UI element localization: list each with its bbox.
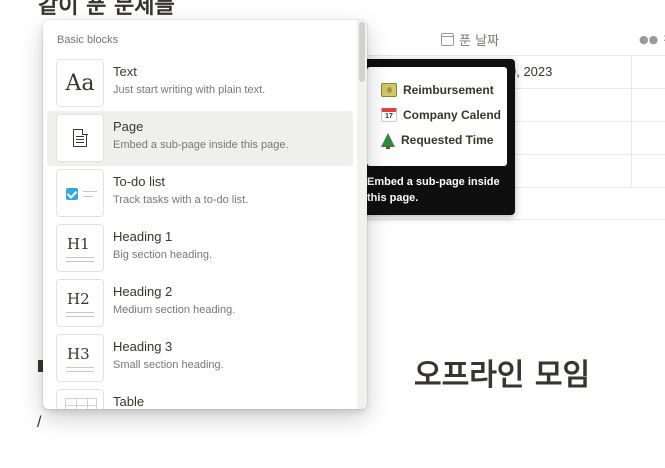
menu-item-text[interactable]: Aa Text Just start writing with plain te… [47, 56, 353, 111]
text-icon: Aa [56, 59, 104, 107]
column-participants[interactable]: ●● 참 [639, 30, 665, 49]
menu-item-description: Just start writing with plain text. [113, 84, 266, 96]
calendar-icon [441, 33, 454, 46]
menu-item-heading-2[interactable]: H2 Heading 2 Medium section heading. [47, 276, 353, 331]
menu-item-title: Text [113, 64, 137, 79]
menu-item-heading-3[interactable]: H3 Heading 3 Small section heading. [47, 331, 353, 386]
page-icon [56, 114, 104, 162]
menu-item-heading-1[interactable]: H1 Heading 1 Big section heading. [47, 221, 353, 276]
page-heading: 같이 푼 문제들 [38, 0, 175, 19]
menu-item-title: Heading 2 [113, 284, 173, 299]
menu-item-title: Table [113, 394, 145, 409]
block-preview-tooltip: Reimbursement 17 Company Calend Requeste… [359, 59, 515, 215]
menu-item-todo-list[interactable]: To-do list Track tasks with a to-do list… [47, 166, 353, 221]
preview-item-label: Reimbursement [403, 83, 494, 97]
menu-item-title: Page [113, 119, 144, 134]
menu-item-table[interactable]: Table [47, 386, 353, 409]
database-header: 푼 날짜 ●● 참 [365, 26, 665, 56]
menu-item-title: Heading 1 [113, 229, 173, 244]
column-divider [631, 56, 632, 187]
preview-item: Requested Time [381, 133, 494, 149]
tree-emoji-icon [381, 133, 395, 149]
preview-item-label: Company Calend [403, 108, 502, 122]
calendar-emoji-icon: 17 [381, 108, 397, 122]
heading3-icon: H3 [56, 334, 104, 382]
page-preview: Reimbursement 17 Company Calend Requeste… [367, 67, 507, 166]
column-date[interactable]: 푼 날짜 [441, 30, 499, 49]
divider [365, 219, 665, 220]
menu-section-label: Basic blocks [57, 34, 119, 46]
heading2-icon: H2 [56, 279, 104, 327]
menu-scrollbar[interactable] [357, 20, 367, 409]
menu-item-page[interactable]: Page Embed a sub-page inside this page. [47, 111, 353, 166]
slash-command-text[interactable]: / [37, 414, 41, 432]
menu-item-description: Big section heading. [113, 249, 213, 261]
tooltip-text: Embed a sub-page inside this page. [367, 176, 500, 204]
preview-item: 17 Company Calend [381, 108, 501, 122]
heading1-icon: H1 [56, 224, 104, 272]
menu-item-description: Embed a sub-page inside this page. [113, 139, 289, 151]
preview-item: Reimbursement [381, 83, 494, 97]
menu-item-title: Heading 3 [113, 339, 173, 354]
people-icon: ●● [639, 33, 659, 46]
money-emoji-icon [381, 83, 397, 97]
menu-item-title: To-do list [113, 174, 166, 189]
slash-command-menu[interactable]: Basic blocks Aa Text Just start writing … [43, 20, 367, 409]
section-heading: 오프라인 모임 [414, 358, 591, 393]
preview-item-label: Requested Time [401, 133, 494, 147]
scrollbar-thumb[interactable] [359, 22, 365, 82]
todo-icon [56, 169, 104, 217]
date-cell: 9, 2023 [509, 64, 553, 79]
menu-item-description: Track tasks with a to-do list. [113, 194, 249, 206]
menu-item-description: Small section heading. [113, 359, 224, 371]
menu-item-description: Medium section heading. [113, 304, 236, 316]
table-icon [56, 389, 104, 409]
column-date-label: 푼 날짜 [459, 34, 500, 49]
